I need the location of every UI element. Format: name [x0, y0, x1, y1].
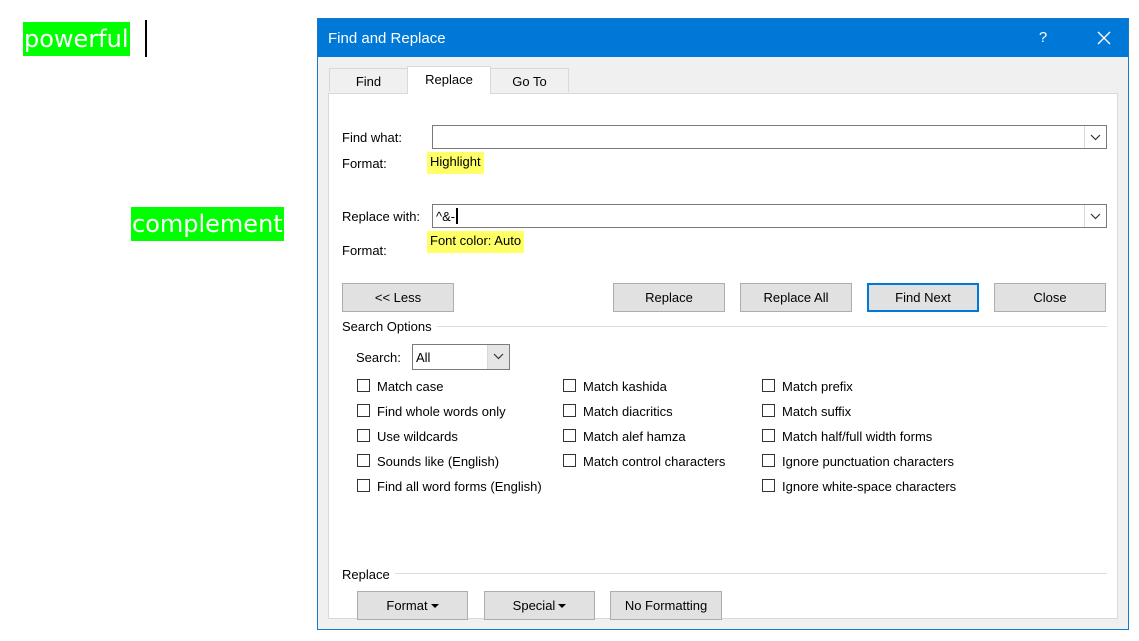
dialog-title: Find and Replace	[328, 30, 446, 47]
replace-section-heading: Replace	[342, 567, 390, 582]
close-button[interactable]: Close	[994, 283, 1106, 312]
match-half-full-width-checkbox[interactable]	[762, 429, 775, 442]
search-options-divider	[437, 326, 1107, 327]
replace-section-divider	[395, 573, 1107, 574]
match-suffix-label: Match suffix	[782, 404, 852, 419]
chevron-down-icon	[493, 353, 504, 360]
ignore-white-space-label: Ignore white-space characters	[782, 479, 957, 494]
find-what-input[interactable]	[432, 125, 1107, 149]
special-button[interactable]: Special	[484, 591, 595, 620]
chevron-down-icon	[1090, 213, 1101, 220]
less-button[interactable]: << Less	[342, 283, 454, 312]
format-button[interactable]: Format	[357, 591, 468, 620]
close-icon	[1097, 31, 1111, 45]
match-prefix-checkbox[interactable]	[762, 379, 775, 392]
match-alef-hamza-checkbox[interactable]	[563, 429, 576, 442]
match-control-characters-label: Match control characters	[583, 454, 726, 469]
use-wildcards-label: Use wildcards	[377, 429, 458, 444]
ignore-white-space-checkbox[interactable]	[762, 479, 775, 492]
dropdown-arrow-icon	[430, 604, 439, 608]
format-button-label: Format	[386, 598, 428, 613]
chevron-down-icon	[1090, 134, 1101, 141]
replace-with-text: ^&-	[436, 208, 459, 224]
tab-replace[interactable]: Replace	[407, 66, 491, 94]
replace-tab-panel: Find what: Format: Highlight Replace wit…	[328, 93, 1118, 620]
replace-with-input[interactable]: ^&-	[432, 204, 1107, 228]
replace-all-button[interactable]: Replace All	[740, 283, 852, 312]
match-half-full-width-label: Match half/full width forms	[782, 429, 933, 444]
replace-format-label: Format:	[342, 243, 387, 258]
match-suffix-checkbox[interactable]	[762, 404, 775, 417]
sounds-like-checkbox[interactable]	[357, 454, 370, 467]
special-button-label: Special	[512, 598, 556, 613]
find-all-word-forms-checkbox[interactable]	[357, 479, 370, 492]
match-case-checkbox[interactable]	[357, 379, 370, 392]
search-direction-label: Search:	[356, 350, 401, 365]
sounds-like-label: Sounds like (English)	[377, 454, 500, 469]
search-direction-select[interactable]: All	[412, 344, 510, 370]
match-diacritics-checkbox[interactable]	[563, 404, 576, 417]
ignore-punctuation-label: Ignore punctuation characters	[782, 454, 954, 469]
match-control-characters-checkbox[interactable]	[563, 454, 576, 467]
find-replace-dialog: Find and Replace ? Find Replace Go To Fi…	[317, 18, 1129, 630]
dialog-titlebar[interactable]: Find and Replace ?	[318, 19, 1128, 57]
find-history-dropdown[interactable]	[1084, 126, 1106, 148]
search-direction-value: All	[416, 350, 431, 365]
text-cursor	[145, 20, 147, 57]
find-next-button[interactable]: Find Next	[867, 283, 979, 312]
document-word-powerful: powerful	[23, 22, 130, 56]
match-kashida-label: Match kashida	[583, 379, 667, 394]
find-all-word-forms-label: Find all word forms (English)	[377, 479, 542, 494]
no-formatting-button[interactable]: No Formatting	[610, 591, 722, 620]
search-direction-dropdown[interactable]	[487, 345, 509, 369]
replace-with-label: Replace with:	[342, 209, 421, 224]
document-word-complement: complement	[131, 207, 284, 241]
input-caret	[456, 208, 459, 224]
ignore-punctuation-checkbox[interactable]	[762, 454, 775, 467]
match-prefix-label: Match prefix	[782, 379, 853, 394]
find-what-label: Find what:	[342, 130, 402, 145]
find-whole-words-label: Find whole words only	[377, 404, 506, 419]
use-wildcards-checkbox[interactable]	[357, 429, 370, 442]
replace-button[interactable]: Replace	[613, 283, 725, 312]
replace-format-value: Font color: Auto	[427, 231, 525, 253]
search-options-heading: Search Options	[342, 319, 432, 334]
find-whole-words-checkbox[interactable]	[357, 404, 370, 417]
match-diacritics-label: Match diacritics	[583, 404, 673, 419]
tab-find[interactable]: Find	[329, 68, 408, 92]
dropdown-arrow-icon	[558, 604, 567, 608]
replace-history-dropdown[interactable]	[1084, 205, 1106, 227]
find-format-label: Format:	[342, 156, 387, 171]
match-alef-hamza-label: Match alef hamza	[583, 429, 686, 444]
find-format-value: Highlight	[427, 152, 484, 174]
close-dialog-button[interactable]	[1079, 19, 1129, 57]
tab-go-to[interactable]: Go To	[490, 68, 569, 92]
match-case-label: Match case	[377, 379, 444, 394]
replace-with-value: ^&-	[436, 209, 456, 224]
match-kashida-checkbox[interactable]	[563, 379, 576, 392]
help-button[interactable]: ?	[1025, 19, 1061, 57]
